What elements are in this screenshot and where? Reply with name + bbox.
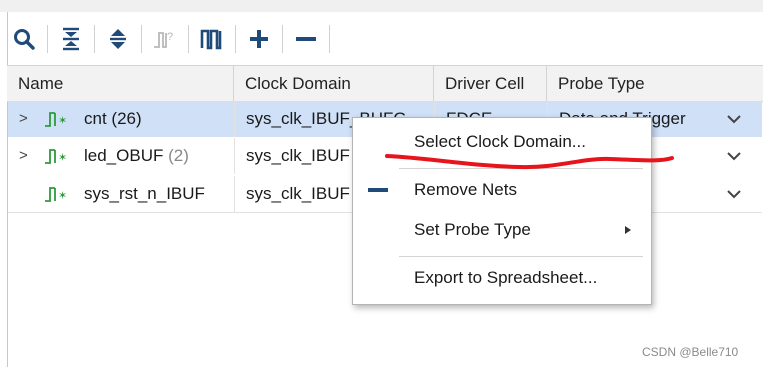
red-underline-annotation [385, 154, 674, 170]
watermark: CSDN @Belle710 [642, 345, 739, 359]
